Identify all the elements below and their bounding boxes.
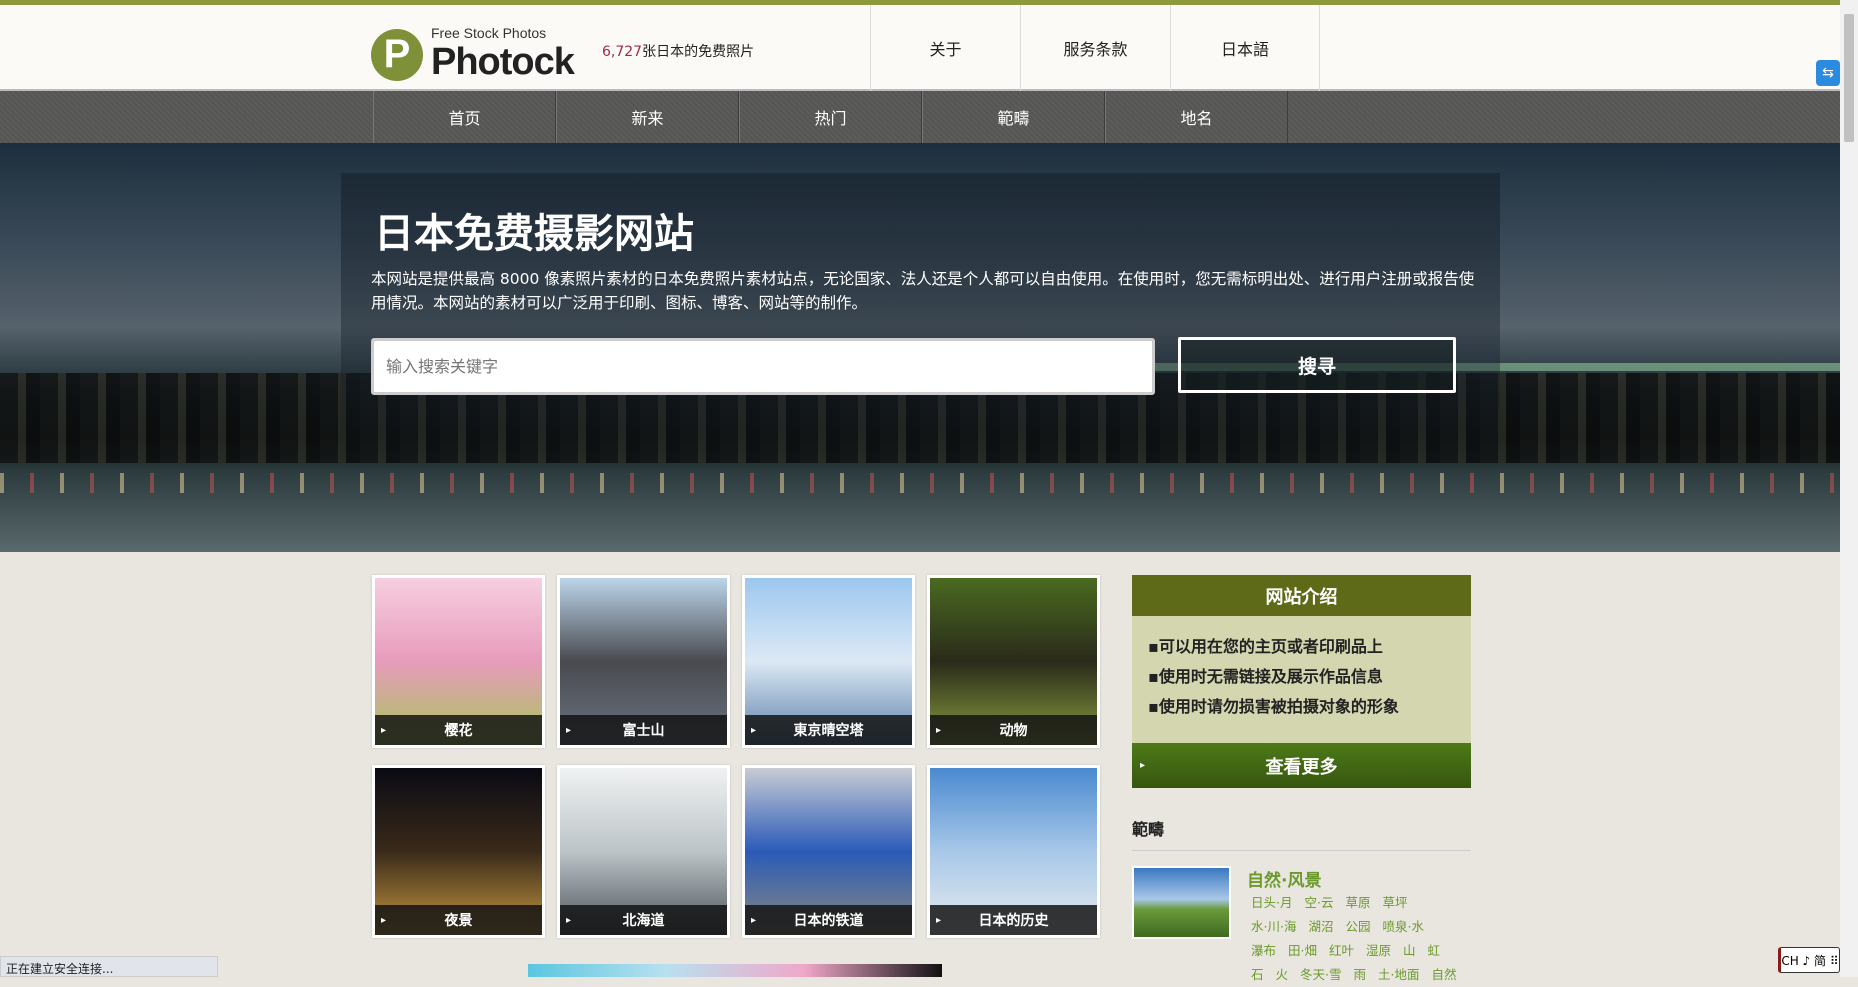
category-tile[interactable]: 富士山: [557, 575, 730, 748]
hero-lights-image: [0, 473, 1840, 493]
tile-caption: 动物: [930, 715, 1097, 745]
category-link[interactable]: 空·云: [1304, 891, 1333, 915]
category-tile[interactable]: 北海道: [557, 765, 730, 938]
browser-extension-icon[interactable]: ⇆: [1816, 60, 1840, 86]
category-link[interactable]: 公园: [1345, 915, 1370, 939]
main-nav: 首页 新来 热门 範疇 地名: [0, 91, 1840, 143]
category-heading: 範疇: [1132, 816, 1471, 851]
hero-description: 本网站是提供最高 8000 像素照片素材的日本免费照片素材站点，无论国家、法人还…: [371, 267, 1481, 315]
nav-new[interactable]: 新来: [556, 91, 739, 143]
tile-caption: 樱花: [375, 715, 542, 745]
ime-indicator[interactable]: CH ♪ 简 ⠿: [1778, 947, 1840, 973]
category-title-link[interactable]: 自然·风景: [1247, 866, 1471, 891]
site-intro-list: ▪可以用在您的主页或者印刷品上 ▪使用时无需链接及展示作品信息 ▪使用时请勿损害…: [1132, 616, 1471, 743]
nav-categories[interactable]: 範疇: [922, 91, 1105, 143]
intro-item: ▪可以用在您的主页或者印刷品上: [1148, 632, 1455, 662]
nav-places[interactable]: 地名: [1105, 91, 1288, 143]
top-nav-about[interactable]: 关于: [870, 5, 1020, 91]
category-tile[interactable]: 樱花: [372, 575, 545, 748]
logo-icon: P: [371, 29, 423, 81]
tile-caption: 日本的铁道: [745, 905, 912, 935]
category-tile[interactable]: 日本的历史: [927, 765, 1100, 938]
top-nav-japanese[interactable]: 日本語: [1170, 5, 1320, 91]
category-links: 日头·月空·云草原草坪水·川·海湖沼公园喷泉·水瀑布田·畑红叶湿原山虹石火冬天·…: [1251, 891, 1471, 987]
view-more-button[interactable]: 查看更多: [1132, 743, 1471, 788]
site-intro-heading: 网站介绍: [1132, 575, 1471, 616]
search-button[interactable]: 搜寻: [1178, 337, 1456, 393]
category-link[interactable]: 田·畑: [1288, 939, 1317, 963]
photo-count-label: 张日本的免费照片: [642, 44, 754, 60]
category-link[interactable]: 火: [1276, 963, 1289, 987]
category-tile[interactable]: 动物: [927, 575, 1100, 748]
nav-popular[interactable]: 热门: [739, 91, 922, 143]
browser-status-bar: 正在建立安全连接...: [0, 956, 218, 977]
top-nav-terms[interactable]: 服务条款: [1020, 5, 1170, 91]
category-link[interactable]: 虹: [1428, 939, 1441, 963]
category-link[interactable]: 土·地面: [1378, 963, 1419, 987]
category-link[interactable]: 自然: [1432, 963, 1457, 987]
scrollbar-thumb[interactable]: [1844, 14, 1854, 142]
category-thumbnail[interactable]: [1132, 866, 1231, 939]
category-tile[interactable]: 日本的铁道: [742, 765, 915, 938]
nav-home[interactable]: 首页: [373, 91, 556, 143]
hero-banner: 日本免费摄影网站 本网站是提供最高 8000 像素照片素材的日本免费照片素材站点…: [0, 143, 1840, 552]
tile-caption: 北海道: [560, 905, 727, 935]
top-nav: 关于 服务条款 日本語: [870, 5, 1320, 91]
hero-title: 日本免费摄影网站: [374, 201, 694, 259]
category-link[interactable]: 石: [1251, 963, 1264, 987]
intro-item: ▪使用时无需链接及展示作品信息: [1148, 662, 1455, 692]
photo-count-number: 6,727: [602, 44, 642, 60]
category-link[interactable]: 喷泉·水: [1382, 915, 1423, 939]
site-header: P Free Stock Photos Photock 6,727张日本的免费照…: [0, 5, 1840, 91]
tile-caption: 日本的历史: [930, 905, 1097, 935]
category-link[interactable]: 水·川·海: [1251, 915, 1296, 939]
category-link[interactable]: 雨: [1354, 963, 1367, 987]
category-tile[interactable]: 東京晴空塔: [742, 575, 915, 748]
category-grid: 樱花富士山東京晴空塔动物夜景北海道日本的铁道日本的历史: [372, 575, 1100, 938]
category-link[interactable]: 红叶: [1329, 939, 1354, 963]
scrollbar[interactable]: [1840, 0, 1858, 977]
category-link[interactable]: 草坪: [1382, 891, 1407, 915]
category-link[interactable]: 湿原: [1366, 939, 1391, 963]
category-link[interactable]: 日头·月: [1251, 891, 1292, 915]
category-link[interactable]: 山: [1403, 939, 1416, 963]
category-link[interactable]: 瀑布: [1251, 939, 1276, 963]
intro-item: ▪使用时请勿损害被拍摄对象的形象: [1148, 692, 1455, 722]
logo-tagline: Free Stock Photos: [431, 25, 574, 41]
tile-caption: 東京晴空塔: [745, 715, 912, 745]
logo-name: Photock: [431, 41, 574, 84]
tile-caption: 富士山: [560, 715, 727, 745]
ad-banner[interactable]: [528, 964, 942, 977]
category-link[interactable]: 草原: [1345, 891, 1370, 915]
category-link[interactable]: 冬天·雪: [1300, 963, 1341, 987]
sidebar: 网站介绍 ▪可以用在您的主页或者印刷品上 ▪使用时无需链接及展示作品信息 ▪使用…: [1132, 575, 1471, 987]
category-item: 自然·风景 日头·月空·云草原草坪水·川·海湖沼公园喷泉·水瀑布田·畑红叶湿原山…: [1132, 866, 1471, 987]
category-tile[interactable]: 夜景: [372, 765, 545, 938]
photo-count: 6,727张日本的免费照片: [602, 41, 754, 61]
logo[interactable]: P Free Stock Photos Photock: [371, 25, 574, 84]
category-link[interactable]: 湖沼: [1308, 915, 1333, 939]
search-input[interactable]: [371, 338, 1155, 395]
tile-caption: 夜景: [375, 905, 542, 935]
